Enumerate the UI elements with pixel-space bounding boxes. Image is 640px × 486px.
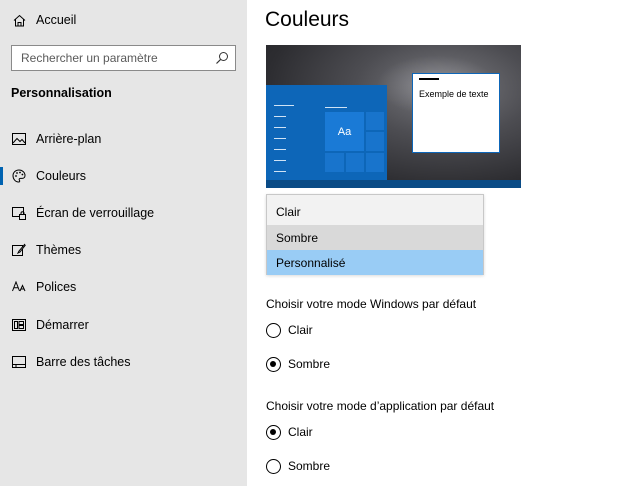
radio-label: Sombre (288, 357, 331, 371)
app-mode-label: Choisir votre mode d’application par déf… (266, 399, 495, 413)
preview-tile (366, 153, 384, 172)
color-mode-dropdown[interactable]: Clair Sombre Personnalisé (266, 194, 484, 275)
search-box[interactable] (11, 45, 236, 71)
sidebar-item-label: Barre des tâches (36, 355, 131, 369)
preview-menu-lines (274, 105, 294, 182)
sidebar-item-couleurs[interactable]: Couleurs (0, 159, 247, 193)
palette-icon (12, 169, 26, 183)
preview-tiles-header (325, 107, 347, 108)
settings-sidebar: Accueil Personnalisation Arrière-plan Co… (0, 0, 247, 486)
section-title: Personnalisation (11, 86, 112, 100)
sidebar-item-label: Écran de verrouillage (36, 206, 155, 220)
lock-screen-icon (12, 206, 26, 220)
windows-mode-label: Choisir votre mode Windows par défaut (266, 297, 477, 311)
preview-start-menu: Aa (266, 85, 387, 180)
brush-icon (12, 243, 26, 257)
search-input[interactable] (12, 46, 212, 70)
dropdown-option-sombre[interactable]: Sombre (267, 225, 483, 250)
preview-sample-text: Exemple de texte (419, 89, 489, 99)
preview-tile (346, 153, 364, 172)
dropdown-option-personnalise[interactable]: Personnalisé (267, 250, 483, 275)
taskbar-icon (12, 355, 26, 369)
preview-tile (366, 112, 384, 130)
page-title: Couleurs (265, 8, 350, 31)
theme-preview: Aa Exemple de texte (266, 45, 521, 188)
picture-icon (12, 132, 26, 146)
windows-mode-clair-radio[interactable]: Clair (266, 320, 313, 340)
preview-window: Exemple de texte (412, 73, 500, 153)
sidebar-item-label: Polices (36, 280, 77, 294)
radio-label: Clair (288, 323, 313, 337)
radio-label: Sombre (288, 459, 331, 473)
home-label: Accueil (36, 13, 77, 27)
font-icon (12, 280, 26, 294)
radio-label: Clair (288, 425, 313, 439)
preview-tile-large: Aa (325, 112, 364, 151)
preview-tile (325, 153, 344, 172)
sidebar-item-label: Couleurs (36, 169, 87, 183)
sidebar-item-arriere-plan[interactable]: Arrière-plan (0, 122, 247, 156)
sidebar-item-polices[interactable]: Polices (0, 270, 247, 304)
app-mode-sombre-radio[interactable]: Sombre (266, 456, 330, 476)
radio-circle[interactable] (266, 458, 281, 474)
sidebar-item-label: Démarrer (36, 318, 89, 332)
sidebar-item-label: Thèmes (36, 243, 82, 257)
preview-window-bar (419, 78, 439, 80)
radio-circle[interactable] (266, 322, 281, 338)
sidebar-item-home[interactable]: Accueil (0, 3, 247, 37)
sidebar-item-label: Arrière-plan (36, 132, 102, 146)
preview-taskbar (266, 180, 521, 188)
radio-circle[interactable] (266, 356, 281, 372)
app-mode-clair-radio[interactable]: Clair (266, 422, 313, 442)
dropdown-option-clair[interactable]: Clair (267, 199, 483, 224)
start-icon (12, 318, 26, 332)
radio-circle[interactable] (266, 424, 281, 440)
preview-tile (366, 132, 384, 151)
sidebar-item-ecran-de-verrouillage[interactable]: Écran de verrouillage (0, 196, 247, 230)
sidebar-item-themes[interactable]: Thèmes (0, 233, 247, 267)
windows-mode-sombre-radio[interactable]: Sombre (266, 354, 330, 374)
sidebar-item-barre-des-taches[interactable]: Barre des tâches (0, 345, 247, 379)
sidebar-item-demarrer[interactable]: Démarrer (0, 308, 247, 342)
main-content: Couleurs Aa Exemple de texte Clair Sombr… (247, 0, 640, 486)
search-icon[interactable] (215, 51, 229, 65)
home-icon (12, 13, 26, 27)
